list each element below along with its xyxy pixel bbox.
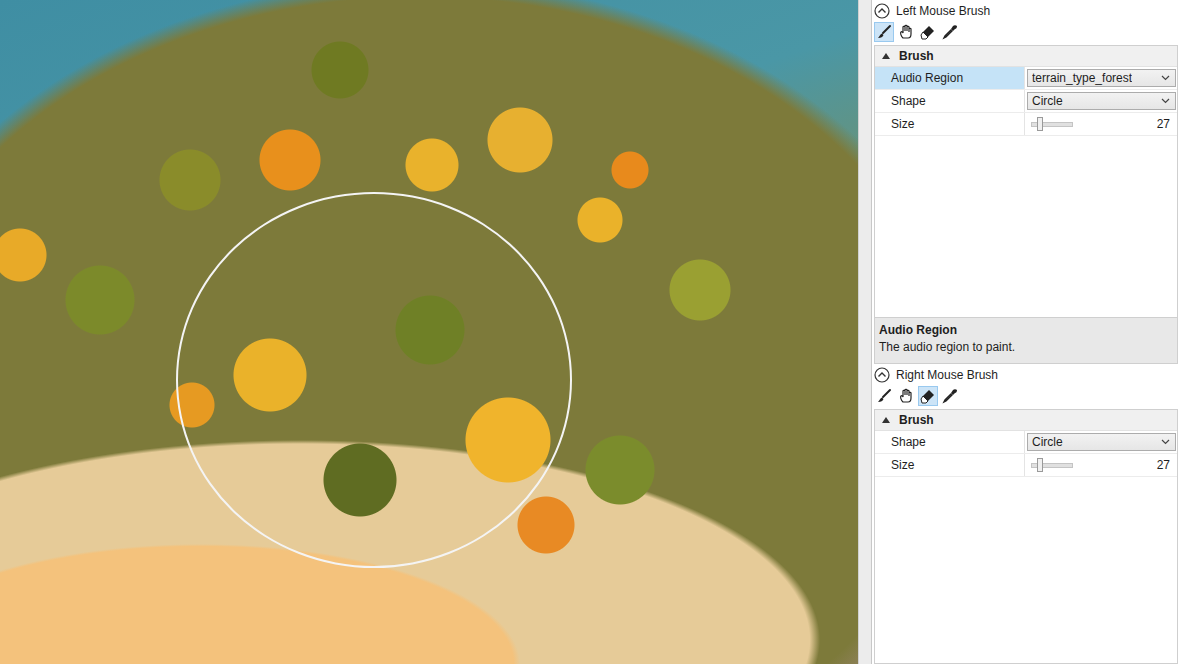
section-header[interactable]: Right Mouse Brush	[872, 364, 1180, 384]
property-value: Circle	[1025, 90, 1177, 112]
expand-triangle-icon[interactable]	[881, 51, 891, 61]
section-header[interactable]: Left Mouse Brush	[872, 0, 1180, 20]
tool-button[interactable]	[918, 22, 938, 42]
brush-icon	[876, 388, 892, 404]
tool-button[interactable]	[874, 386, 894, 406]
dropdown-value: Circle	[1032, 435, 1063, 449]
collapse-icon[interactable]	[874, 367, 890, 383]
slider-value: 27	[1157, 458, 1170, 472]
category-row[interactable]: Brush	[875, 46, 1177, 67]
tool-button[interactable]	[940, 386, 960, 406]
splitter[interactable]	[858, 0, 872, 664]
section-title: Left Mouse Brush	[896, 4, 990, 18]
dropdown[interactable]: terrain_type_forest	[1027, 69, 1176, 87]
description-text: The audio region to paint.	[879, 340, 1173, 354]
property-label: Shape	[875, 90, 1025, 112]
tool-button[interactable]	[896, 386, 916, 406]
tool-bar	[872, 384, 1180, 408]
slider-thumb[interactable]	[1037, 117, 1043, 131]
slider[interactable]: 27	[1027, 458, 1176, 472]
tool-button[interactable]	[874, 22, 894, 42]
chevron-down-icon	[1161, 75, 1170, 81]
eyedropper-icon	[942, 388, 958, 404]
slider-thumb[interactable]	[1037, 458, 1043, 472]
property-value: Circle	[1025, 431, 1177, 453]
collapse-icon[interactable]	[874, 3, 890, 19]
description-title: Audio Region	[879, 323, 1173, 337]
property-row[interactable]: Shape Circle	[875, 431, 1177, 454]
slider-track[interactable]	[1031, 463, 1073, 468]
property-row[interactable]: Size 27	[875, 454, 1177, 477]
tool-button[interactable]	[896, 22, 916, 42]
property-row[interactable]: Shape Circle	[875, 90, 1177, 113]
tool-button[interactable]	[918, 386, 938, 406]
property-grid: Brush Shape Circle Size 27	[874, 409, 1178, 664]
slider[interactable]: 27	[1027, 117, 1176, 131]
brush-section: Right Mouse Brush Brush Shape Circle Size 27	[872, 364, 1180, 664]
dropdown-value: Circle	[1032, 94, 1063, 108]
category-label: Brush	[899, 413, 934, 427]
category-label: Brush	[899, 49, 934, 63]
property-label: Audio Region	[875, 67, 1025, 89]
chevron-down-icon	[1161, 439, 1170, 445]
tool-bar	[872, 20, 1180, 44]
property-grid: Brush Audio Region terrain_type_forest Shap…	[874, 45, 1178, 318]
property-value: 27	[1025, 454, 1177, 476]
scene-viewport[interactable]	[0, 0, 858, 664]
description-box: Audio Region The audio region to paint.	[874, 318, 1178, 364]
property-label: Shape	[875, 431, 1025, 453]
property-row[interactable]: Size 27	[875, 113, 1177, 136]
dropdown[interactable]: Circle	[1027, 433, 1176, 451]
dropdown-value: terrain_type_forest	[1032, 71, 1132, 85]
dropdown[interactable]: Circle	[1027, 92, 1176, 110]
tool-button[interactable]	[940, 22, 960, 42]
property-row[interactable]: Audio Region terrain_type_forest	[875, 67, 1177, 90]
brush-icon	[876, 24, 892, 40]
smudge-hand-icon	[898, 388, 914, 404]
category-row[interactable]: Brush	[875, 410, 1177, 431]
chevron-down-icon	[1161, 98, 1170, 104]
section-title: Right Mouse Brush	[896, 368, 998, 382]
brush-panel: Left Mouse Brush Brush Audio Region terrain…	[872, 0, 1180, 664]
property-label: Size	[875, 454, 1025, 476]
brush-section: Left Mouse Brush Brush Audio Region terrain…	[872, 0, 1180, 364]
property-value: terrain_type_forest	[1025, 67, 1177, 89]
property-value: 27	[1025, 113, 1177, 135]
terrain-editor: Left Mouse Brush Brush Audio Region terrain…	[0, 0, 1180, 664]
expand-triangle-icon[interactable]	[881, 415, 891, 425]
brush-cursor	[176, 192, 572, 568]
eyedropper-icon	[942, 24, 958, 40]
slider-value: 27	[1157, 117, 1170, 131]
smudge-hand-icon	[898, 24, 914, 40]
eraser-icon	[920, 388, 936, 404]
eraser-icon	[920, 24, 936, 40]
slider-track[interactable]	[1031, 122, 1073, 127]
property-label: Size	[875, 113, 1025, 135]
